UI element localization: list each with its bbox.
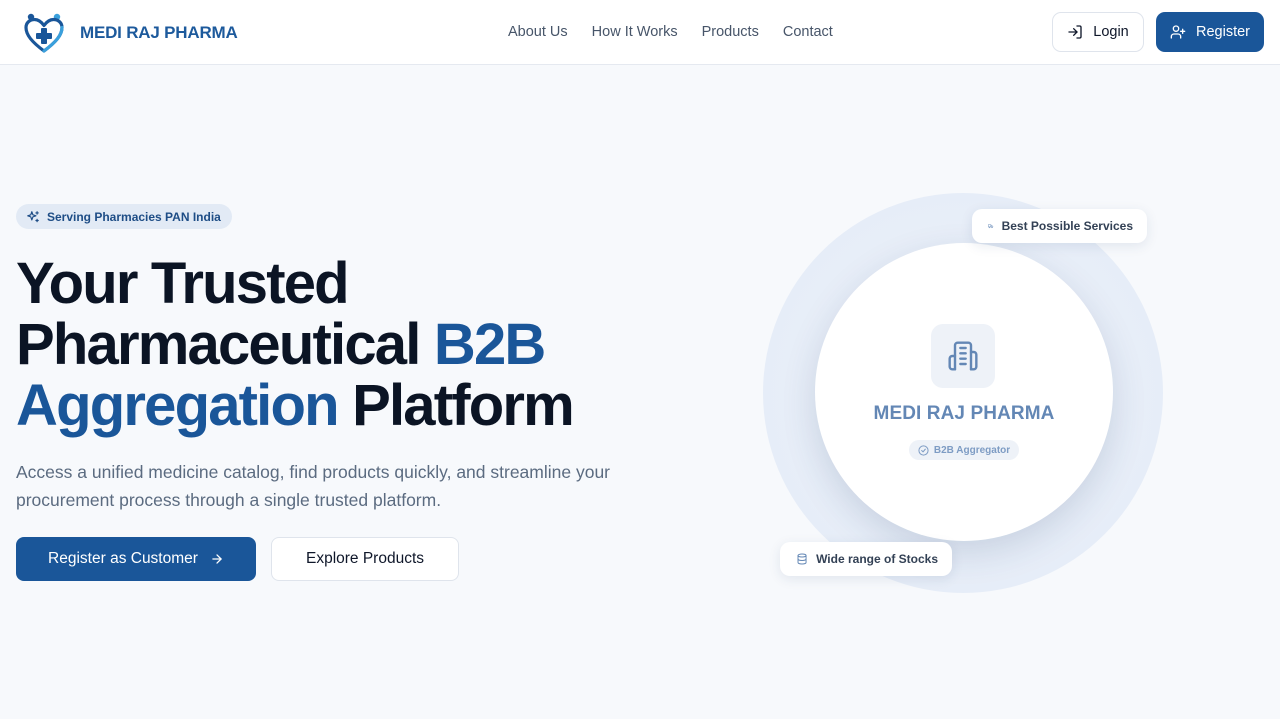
site-header: MEDI RAJ PHARMA About Us How It Works Pr…	[0, 0, 1280, 65]
serving-badge-label: Serving Pharmacies PAN India	[47, 209, 221, 224]
heart-medical-people-icon	[24, 13, 64, 53]
main-nav: About Us How It Works Products Contact	[508, 24, 857, 40]
login-arrow-icon	[1068, 25, 1082, 39]
truck-icon	[988, 224, 994, 229]
explore-products-label: Explore Products	[305, 550, 425, 567]
b2b-aggregator-label: B2B Aggregator	[933, 444, 1011, 456]
serving-badge: Serving Pharmacies PAN India	[16, 204, 232, 229]
wide-stocks-chip: Wide range of Stocks	[780, 542, 952, 576]
login-button[interactable]: Login	[1052, 12, 1144, 52]
wide-stocks-label: Wide range of Stocks	[816, 552, 938, 566]
best-services-chip: Best Possible Services	[972, 209, 1147, 243]
brand-name: MEDI RAJ PHARMA	[80, 23, 238, 42]
hero-title-line2: Pharmaceutical	[16, 312, 434, 377]
check-circle-icon	[918, 444, 929, 456]
hero-title-accent-aggregation: Aggregation	[16, 373, 340, 438]
hero-disc	[815, 243, 1113, 541]
building-icon-box	[931, 324, 995, 388]
best-services-label: Best Possible Services	[1001, 219, 1133, 233]
hero-title-line1: Your Trusted	[16, 251, 350, 316]
arrow-right-icon	[212, 554, 222, 564]
hero-title: Your Trusted Pharmaceutical B2B Aggregat…	[16, 253, 716, 436]
register-label: Register	[1196, 24, 1250, 40]
register-button[interactable]: Register	[1156, 12, 1264, 52]
user-plus-icon	[1170, 25, 1186, 39]
register-as-customer-label: Register as Customer	[48, 550, 198, 567]
database-icon	[797, 553, 807, 565]
hero-title-line3: Platform	[337, 373, 575, 438]
sparkles-icon	[27, 210, 39, 222]
login-label: Login	[1093, 24, 1129, 40]
nav-contact[interactable]: Contact	[783, 24, 833, 40]
register-as-customer-button[interactable]: Register as Customer	[16, 537, 256, 581]
nav-products[interactable]: Products	[702, 24, 759, 40]
card-title: MEDI RAJ PHARMA	[873, 403, 1055, 424]
nav-how-it-works[interactable]: How It Works	[592, 24, 678, 40]
nav-about-us[interactable]: About Us	[508, 24, 568, 40]
building-icon	[948, 341, 978, 371]
b2b-aggregator-badge: B2B Aggregator	[909, 440, 1019, 460]
hero-title-accent-b2b: B2B	[433, 312, 546, 377]
explore-products-button[interactable]: Explore Products	[271, 537, 459, 581]
hero-subtitle: Access a unified medicine catalog, find …	[16, 462, 611, 510]
brand[interactable]: MEDI RAJ PHARMA	[22, 11, 238, 55]
